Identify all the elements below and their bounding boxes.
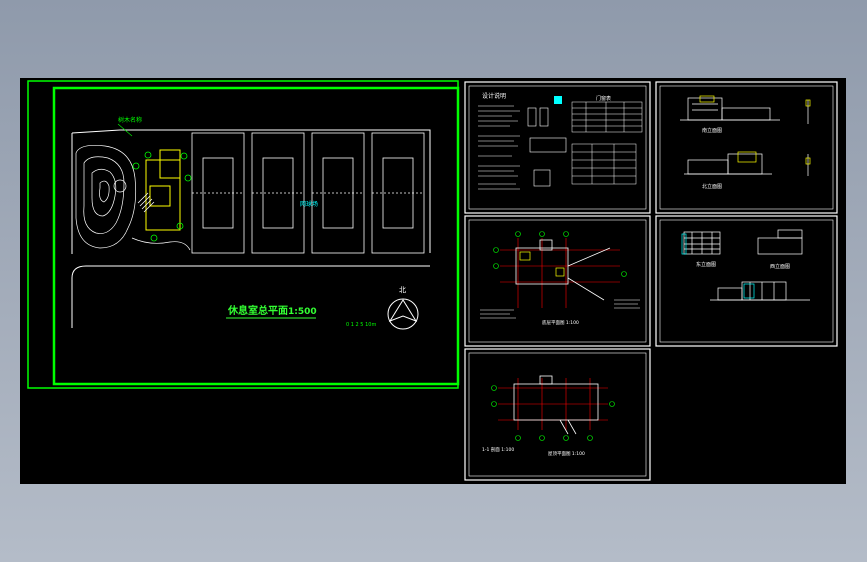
- floor-plan-walls: [515, 239, 611, 301]
- tennis-courts: [191, 132, 425, 254]
- north-arrow-icon: [387, 298, 419, 330]
- cad-drawing: 树木名称 网球场 休息室总平面 1:500 0 1 2 5 10m 北 设计说明: [27, 80, 838, 481]
- roof-axis-bubbles: [491, 385, 615, 441]
- axis-bubbles: [493, 231, 627, 277]
- inner-frame: [52, 86, 460, 386]
- site-plan-scale: 1:500: [288, 307, 317, 317]
- site-boundary: [71, 129, 431, 253]
- roof-left-note: 1-1 剖面 1:100: [482, 446, 514, 453]
- elevation-north-yellow: [737, 151, 757, 163]
- elevation2-label-a: 东立面图: [696, 261, 716, 268]
- elevation-label-a: 南立面图: [702, 127, 722, 134]
- notes-title: 设计说明: [482, 92, 506, 100]
- building-footprint: [145, 149, 181, 231]
- road-edge: [71, 265, 430, 328]
- site-plan-sheet[interactable]: 树木名称 网球场 休息室总平面 1:500 0 1 2 5 10m 北: [27, 80, 460, 389]
- table-title: 门窗表: [596, 95, 611, 102]
- roof-axis-lines: [498, 378, 608, 430]
- site-plan-title: 休息室总平面: [227, 304, 288, 317]
- door-window-table: [571, 101, 643, 185]
- elevation-label-b: 北立面图: [702, 183, 722, 190]
- section-1-1: [710, 281, 810, 301]
- landscape-contours: [75, 144, 191, 251]
- legend-swatch: [554, 96, 562, 104]
- axis-lines: [500, 238, 620, 308]
- north-label: 北: [399, 286, 406, 294]
- trees: [132, 151, 192, 242]
- section-cyan: [743, 283, 755, 299]
- court-label: 网球场: [300, 200, 318, 208]
- elevation-north: [684, 153, 772, 175]
- scale-bar-label: 0 1 2 5 10m: [346, 322, 376, 328]
- roof-plan-sheet[interactable]: 1-1 剖面 1:100 屋顶平面图 1:100: [464, 348, 651, 481]
- floor-plan-caption: 底层平面图 1:100: [542, 319, 579, 326]
- elevations-sheet-2[interactable]: 东立面图 西立面图: [655, 215, 838, 347]
- tree-label: 树木名称: [118, 116, 142, 124]
- outer-frame: [27, 80, 459, 389]
- elevation2-label-b: 西立面图: [770, 263, 790, 270]
- elevation-south: [680, 97, 780, 121]
- window-details: [527, 107, 567, 187]
- floor-plan-notes: [480, 299, 640, 319]
- floor-plan-sheet[interactable]: 底层平面图 1:100: [464, 215, 651, 347]
- roof-outline: [513, 375, 599, 435]
- section-details: [805, 99, 811, 176]
- elevation-west: [757, 229, 803, 255]
- elevation-south-yellow: [699, 95, 715, 103]
- cad-canvas[interactable]: 树木名称 网球场 休息室总平面 1:500 0 1 2 5 10m 北 设计说明: [20, 78, 846, 484]
- roof-plan-caption: 屋顶平面图 1:100: [548, 451, 585, 457]
- notes-text-lines: [478, 105, 520, 190]
- notes-sheet[interactable]: 设计说明 门窗表: [464, 81, 651, 214]
- elevations-sheet[interactable]: 南立面图 北立面图: [655, 81, 838, 214]
- elevation-east: [683, 231, 721, 255]
